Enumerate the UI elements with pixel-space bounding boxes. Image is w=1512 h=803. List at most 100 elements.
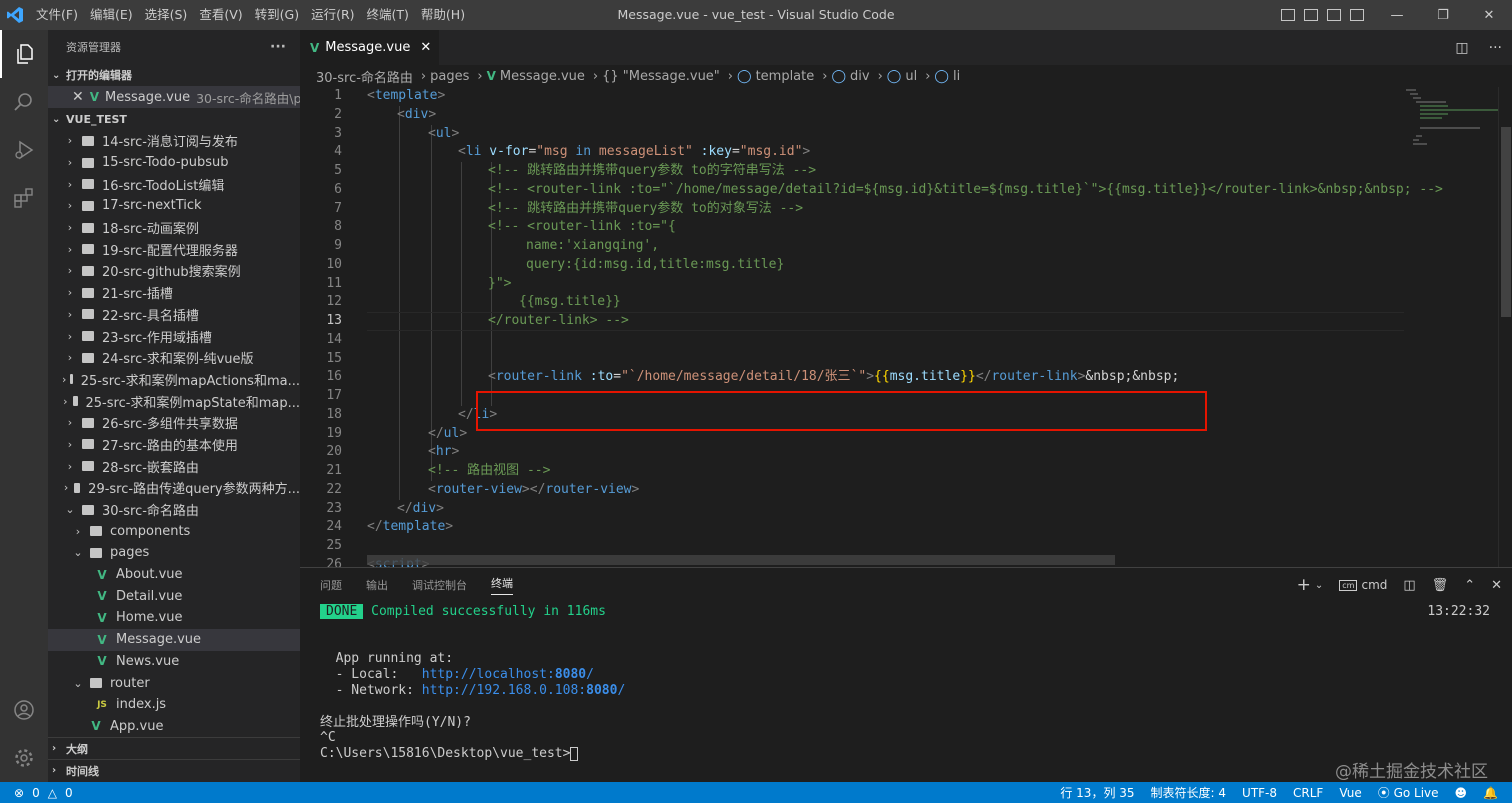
close-icon[interactable]: ✕ [72, 89, 84, 105]
tree-folder[interactable]: › 20-src-github搜索案例 [48, 260, 300, 282]
cursor-position[interactable]: 行 13，列 35 [1060, 784, 1134, 801]
tree-folder[interactable]: › 17-src-nextTick [48, 195, 300, 217]
problems-status[interactable]: ⊗ 0 △ 0 [0, 786, 73, 800]
tree-file-about[interactable]: V About.vue [48, 564, 300, 586]
menu-run[interactable]: 运行(R) [305, 0, 360, 30]
notifications-bell-icon[interactable]: 🔔 [1483, 786, 1498, 800]
tree-folder[interactable]: › 16-src-TodoList编辑 [48, 173, 300, 195]
network-url-link[interactable]: http://192.168.0.108:8080/ [422, 683, 626, 698]
end-of-line[interactable]: CRLF [1293, 786, 1323, 800]
tree-file-news[interactable]: V News.vue [48, 651, 300, 673]
tab-terminal[interactable]: 终端 [491, 575, 513, 595]
tree-file-home[interactable]: V Home.vue [48, 607, 300, 629]
close-window-button[interactable]: ✕ [1466, 0, 1512, 30]
maximize-panel-icon[interactable]: ⌃ [1464, 578, 1475, 593]
tree-folder[interactable]: › 25-src-求和案例mapState和map... [48, 390, 300, 412]
shell-label[interactable]: cmd [1361, 578, 1387, 592]
tree-folder[interactable]: › 19-src-配置代理服务器 [48, 238, 300, 260]
timeline-section[interactable]: › 时间线 [48, 759, 300, 781]
menu-terminal[interactable]: 终端(T) [361, 0, 415, 30]
breadcrumb-item[interactable]: li [953, 69, 960, 84]
open-editor-item[interactable]: ✕ V Message.vue 30-src-命名路由\pa... [48, 86, 300, 108]
tree-folder[interactable]: › 23-src-作用域插槽 [48, 325, 300, 347]
tab-message-vue[interactable]: V Message.vue ✕ [300, 30, 440, 65]
compiled-message: Compiled successfully in 116ms [371, 604, 606, 619]
tree-folder[interactable]: › 27-src-路由的基本使用 [48, 434, 300, 456]
language-mode[interactable]: Vue [1339, 786, 1361, 800]
close-tab-icon[interactable]: ✕ [420, 40, 431, 55]
tree-file-app[interactable]: V App.vue [48, 716, 300, 738]
minimap[interactable] [1404, 87, 1500, 567]
code-area[interactable]: 1 <template> 2 <div> 3 <ul> 4 <li v-for="msg… [300, 87, 1443, 567]
tree-folder[interactable]: › 26-src-多组件共享数据 [48, 412, 300, 434]
terminal-output[interactable]: DONE Compiled successfully in 116ms 13:22… [320, 604, 1500, 762]
tab-output[interactable]: 输出 [366, 577, 388, 593]
menu-file[interactable]: 文件(F) [30, 0, 84, 30]
toggle-sidebar-icon[interactable] [1281, 9, 1295, 21]
file-label: About.vue [116, 567, 183, 583]
close-panel-icon[interactable]: ✕ [1491, 578, 1502, 593]
customize-layout-icon[interactable] [1350, 9, 1364, 21]
settings-gear-icon[interactable] [0, 734, 48, 782]
scrollbar-thumb[interactable] [1501, 127, 1511, 317]
minimize-button[interactable]: — [1374, 0, 1420, 30]
indentation[interactable]: 制表符长度: 4 [1151, 784, 1227, 801]
tree-folder-open[interactable]: ⌄ 30-src-命名路由 [48, 499, 300, 521]
menu-selection[interactable]: 选择(S) [139, 0, 194, 30]
account-icon[interactable] [0, 686, 48, 734]
restore-button[interactable]: ❐ [1420, 0, 1466, 30]
tree-folder[interactable]: › 24-src-求和案例-纯vue版 [48, 347, 300, 369]
menu-go[interactable]: 转到(G) [249, 0, 305, 30]
folder-label: 30-src-命名路由 [102, 504, 199, 520]
tree-folder[interactable]: › 22-src-具名插槽 [48, 304, 300, 326]
run-debug-icon[interactable] [0, 126, 48, 174]
project-section[interactable]: ⌄ VUE_TEST [48, 108, 300, 130]
tree-file-index-js[interactable]: JS index.js [48, 694, 300, 716]
tree-folder[interactable]: › 14-src-消息订阅与发布 [48, 130, 300, 152]
tree-folder[interactable]: › 15-src-Todo-pubsub [48, 152, 300, 174]
local-url-link[interactable]: http://localhost:8080/ [422, 667, 594, 682]
vertical-scrollbar[interactable] [1498, 87, 1512, 567]
split-editor-icon[interactable]: ◫ [1455, 40, 1468, 56]
tree-folder[interactable]: › 21-src-插槽 [48, 282, 300, 304]
chevron-down-icon[interactable]: ⌄ [1315, 580, 1323, 591]
split-terminal-icon[interactable]: ◫ [1403, 578, 1415, 593]
breadcrumb-item[interactable]: template [756, 69, 815, 84]
tree-folder[interactable]: › 28-src-嵌套路由 [48, 455, 300, 477]
go-live-button[interactable]: ⦿ Go Live [1378, 784, 1439, 801]
breadcrumb-item[interactable]: 30-src-命名路由 [316, 67, 413, 86]
tree-folder-router[interactable]: ⌄ router [48, 672, 300, 694]
breadcrumb-item[interactable]: Message.vue [500, 69, 585, 84]
tab-debug-console[interactable]: 调试控制台 [412, 577, 467, 593]
breadcrumb-item[interactable]: div [850, 69, 870, 84]
menu-help[interactable]: 帮助(H) [415, 0, 471, 30]
feedback-icon[interactable]: ☻ [1455, 786, 1468, 800]
search-icon[interactable] [0, 78, 48, 126]
more-actions-icon[interactable]: ··· [1489, 40, 1502, 56]
breadcrumb-item[interactable]: ul [905, 69, 917, 84]
encoding[interactable]: UTF-8 [1242, 786, 1277, 800]
tree-folder-components[interactable]: › components [48, 520, 300, 542]
tree-folder[interactable]: › 18-src-动画案例 [48, 217, 300, 239]
tree-folder[interactable]: › 29-src-路由传递query参数两种方... [48, 477, 300, 499]
menu-view[interactable]: 查看(V) [193, 0, 248, 30]
tab-problems[interactable]: 问题 [320, 577, 342, 593]
breadcrumb-item[interactable]: pages [430, 69, 469, 84]
trash-icon[interactable]: 🗑 [1432, 578, 1449, 593]
new-terminal-icon[interactable]: + [1297, 575, 1311, 595]
tree-file-detail[interactable]: V Detail.vue [48, 585, 300, 607]
toggle-panel-icon[interactable] [1304, 9, 1318, 21]
folder-label: 18-src-动画案例 [102, 222, 199, 238]
breadcrumb-item[interactable]: {} "Message.vue" [602, 69, 720, 84]
outline-section[interactable]: › 大纲 [48, 737, 300, 759]
toggle-secondary-sidebar-icon[interactable] [1327, 9, 1341, 21]
horizontal-scrollbar[interactable] [367, 555, 1115, 565]
more-actions-icon[interactable]: ··· [270, 39, 286, 55]
menu-edit[interactable]: 编辑(E) [84, 0, 139, 30]
extensions-icon[interactable] [0, 174, 48, 222]
tree-file-message[interactable]: V Message.vue [48, 628, 300, 651]
explorer-icon[interactable] [0, 30, 48, 78]
open-editors-section[interactable]: ⌄ 打开的编辑器 [48, 64, 300, 86]
tree-folder[interactable]: › 25-src-求和案例mapActions和ma... [48, 369, 300, 391]
tree-folder-pages[interactable]: ⌄ pages [48, 542, 300, 564]
